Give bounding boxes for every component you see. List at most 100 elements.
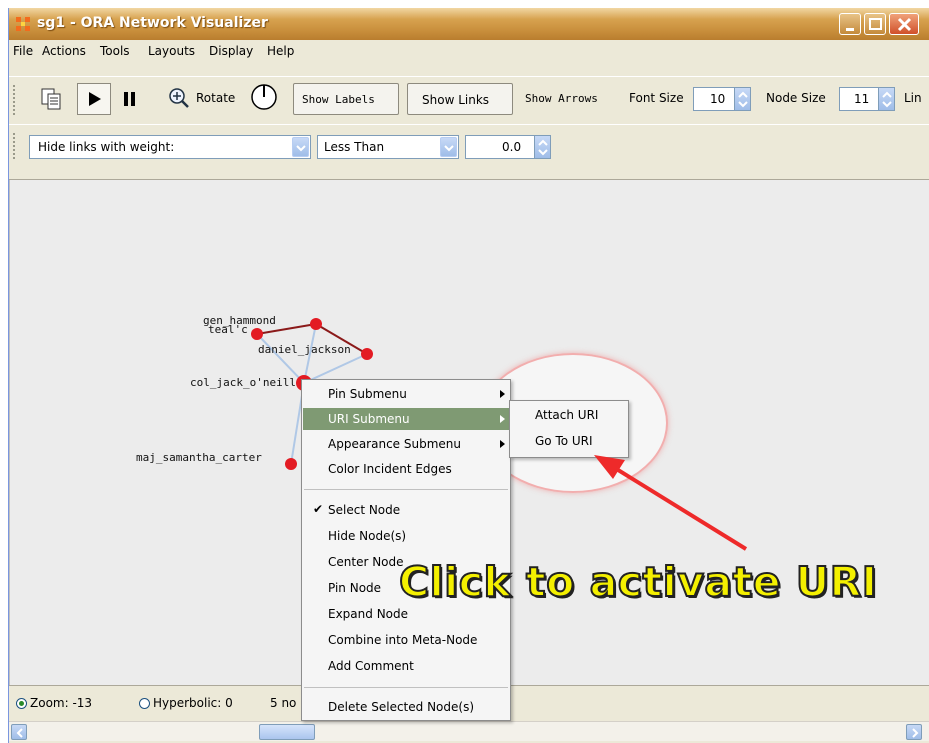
submenu-arrow-icon xyxy=(500,440,505,448)
minimize-icon xyxy=(846,28,854,31)
pause-button[interactable] xyxy=(115,83,143,115)
chevron-down-icon xyxy=(296,145,306,152)
menu-display[interactable]: Display xyxy=(209,44,253,58)
menu-tools[interactable]: Tools xyxy=(100,44,130,58)
scroll-thumb[interactable] xyxy=(259,724,315,740)
menu-help[interactable]: Help xyxy=(267,44,294,58)
menu-pin-node-label: Pin Node xyxy=(328,581,382,595)
comparison-select-arrow[interactable] xyxy=(440,137,457,157)
window-title: sg1 - ORA Network Visualizer xyxy=(37,15,268,31)
callout-text: Click to activate URI xyxy=(398,557,878,607)
close-icon xyxy=(897,17,912,32)
play-button[interactable] xyxy=(77,83,111,115)
menu-attach-uri-label: Attach URI xyxy=(535,408,599,422)
menu-color-incident-edges[interactable]: Color Incident Edges xyxy=(303,458,509,480)
rotate-label: Rotate xyxy=(196,91,236,105)
menu-combine-meta-node[interactable]: Combine into Meta-Node xyxy=(303,629,509,651)
menu-combine-meta-node-label: Combine into Meta-Node xyxy=(328,633,478,647)
menu-delete-selected-label: Delete Selected Node(s) xyxy=(328,700,475,714)
menu-pin-submenu[interactable]: Pin Submenu xyxy=(303,383,509,405)
zoom-in-button[interactable] xyxy=(165,83,191,115)
menu-layouts[interactable]: Layouts xyxy=(148,44,195,58)
scroll-left-button[interactable] xyxy=(11,724,27,740)
maximize-button[interactable] xyxy=(864,13,886,35)
hyperbolic-radio[interactable] xyxy=(139,698,150,709)
rotate-dial-icon xyxy=(251,84,277,110)
label-tealc: teal'c xyxy=(208,323,248,336)
horizontal-scrollbar[interactable] xyxy=(9,721,929,741)
zoom-label: Zoom: -13 xyxy=(30,696,93,710)
scroll-left-icon xyxy=(16,728,23,738)
menu-color-incident-edges-label: Color Incident Edges xyxy=(328,462,452,476)
minimize-button[interactable] xyxy=(839,13,861,35)
menu-hide-nodes-label: Hide Node(s) xyxy=(328,529,407,543)
label-daniel-jackson: daniel_jackson xyxy=(258,343,351,356)
node-gen-hammond[interactable] xyxy=(310,318,322,330)
app-icon xyxy=(15,16,31,32)
menu-appearance-submenu[interactable]: Appearance Submenu xyxy=(303,433,509,455)
node-size-spinner[interactable]: 11 xyxy=(839,87,895,111)
comparison-select-value: Less Than xyxy=(324,140,385,154)
label-col-jack-oneill: col_jack_o'neill xyxy=(190,376,296,389)
checkmark-icon: ✔ xyxy=(313,502,324,516)
font-size-spinner[interactable]: 10 xyxy=(693,87,751,111)
menu-delete-selected[interactable]: Delete Selected Node(s) xyxy=(303,696,509,718)
node-size-value: 11 xyxy=(854,92,870,106)
rotate-dial[interactable] xyxy=(250,82,280,112)
menu-select-node-label: Select Node xyxy=(328,503,401,517)
menu-pin-submenu-label: Pin Submenu xyxy=(328,387,407,401)
show-labels-button[interactable]: Show Labels xyxy=(293,83,399,115)
font-size-value: 10 xyxy=(710,92,726,106)
node-maj-samantha-carter[interactable] xyxy=(285,458,297,470)
show-arrows-button[interactable]: Show Arrows xyxy=(525,92,598,105)
spinner-up-icon xyxy=(738,91,748,108)
toolbar-grip[interactable] xyxy=(13,85,17,115)
menu-separator xyxy=(304,687,508,688)
node-size-up-button[interactable] xyxy=(878,88,894,110)
weight-value: 0.0 xyxy=(502,140,522,154)
font-size-up-button[interactable] xyxy=(734,88,750,110)
menu-appearance-submenu-label: Appearance Submenu xyxy=(328,437,461,451)
show-links-button[interactable]: Show Links xyxy=(407,83,513,115)
node-daniel-jackson[interactable] xyxy=(361,348,373,360)
submenu-arrow-icon xyxy=(500,415,505,423)
uri-submenu: Attach URI Go To URI xyxy=(509,400,629,458)
filter-select[interactable]: Hide links with weight: xyxy=(29,135,311,159)
title-bar[interactable]: sg1 - ORA Network Visualizer xyxy=(9,8,929,40)
filter-select-arrow[interactable] xyxy=(292,137,309,157)
menu-uri-submenu[interactable]: URI Submenu xyxy=(303,408,509,430)
menu-file[interactable]: File xyxy=(13,44,33,58)
copy-button[interactable] xyxy=(35,83,67,115)
submenu-arrow-icon xyxy=(500,390,505,398)
menu-add-comment[interactable]: Add Comment xyxy=(303,655,509,677)
scroll-right-button[interactable] xyxy=(906,724,922,740)
menu-go-to-uri-label: Go To URI xyxy=(535,434,593,448)
hyperbolic-label: Hyperbolic: 0 xyxy=(153,696,233,710)
comparison-select[interactable]: Less Than xyxy=(317,135,459,159)
node-context-menu: Pin Submenu URI Submenu Appearance Subme… xyxy=(301,379,511,721)
menu-expand-node[interactable]: Expand Node xyxy=(303,603,509,625)
menu-expand-node-label: Expand Node xyxy=(328,607,409,621)
close-button[interactable] xyxy=(889,13,919,35)
spinner-up-icon xyxy=(882,91,892,108)
show-labels-text: Show Labels xyxy=(302,93,375,106)
menu-select-node[interactable]: ✔ Select Node xyxy=(303,499,509,521)
node-tealc[interactable] xyxy=(251,328,263,340)
weight-up-button[interactable] xyxy=(534,136,550,158)
menu-actions[interactable]: Actions xyxy=(42,44,86,58)
menu-go-to-uri[interactable]: Go To URI xyxy=(511,430,627,452)
link-size-label: Lin xyxy=(904,91,922,105)
maximize-icon xyxy=(869,18,882,30)
zoom-in-icon xyxy=(169,88,189,108)
zoom-radio[interactable] xyxy=(16,698,27,709)
label-maj-samantha-carter: maj_samantha_carter xyxy=(136,451,262,464)
spinner-up-icon xyxy=(538,139,548,156)
filter-select-value: Hide links with weight: xyxy=(38,140,175,154)
menu-attach-uri[interactable]: Attach URI xyxy=(511,404,627,426)
menu-center-node-label: Center Node xyxy=(328,555,404,569)
weight-spinner[interactable]: 0.0 xyxy=(465,135,551,159)
node-count-label: 5 no xyxy=(270,696,297,710)
menu-separator xyxy=(304,489,508,490)
filter-toolbar-grip[interactable] xyxy=(13,133,17,159)
menu-hide-nodes[interactable]: Hide Node(s) xyxy=(303,525,509,547)
